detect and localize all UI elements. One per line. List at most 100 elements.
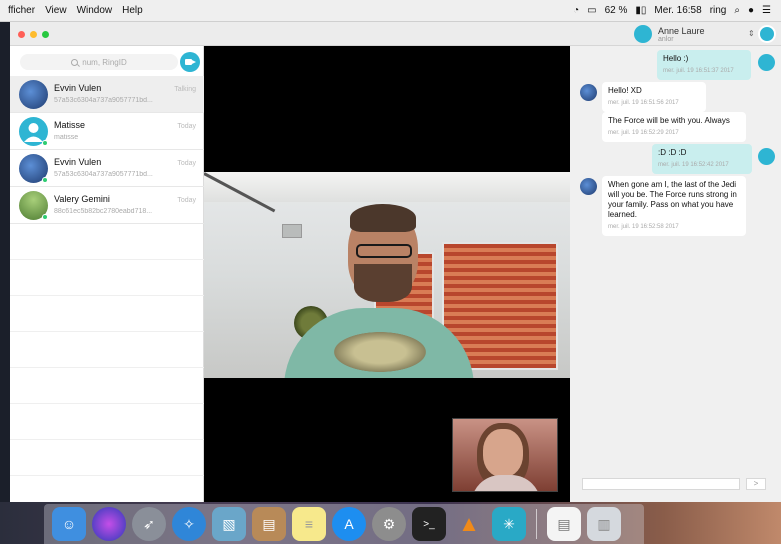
message-text: The Force will be with you. Always [608,116,730,125]
empty-row [10,368,204,404]
menu-bar-right: ◔ ▭ 62 % ▮▯ Mer. 16:58 ring ⌕ ● ☰ [573,5,781,16]
siri-icon[interactable] [92,507,126,541]
contact-ringid: 57a53c6304a737a9057771bd... [54,171,153,178]
preview-icon[interactable]: ▧ [212,507,246,541]
menu-bar: fficher View Window Help ◔ ▭ 62 % ▮▯ Mer… [0,0,781,22]
ring-window: Anne Laure anlor ⇕ num, RingID Evvin Vul… [10,22,781,502]
app-menu[interactable]: fficher [8,5,35,16]
system-preferences-icon[interactable]: ⚙ [372,507,406,541]
battery-icon[interactable]: ▮▯ [635,5,646,16]
spotlight-icon[interactable]: ⌕ [734,5,740,16]
contacts-icon[interactable]: ▤ [252,507,286,541]
new-call-button[interactable] [180,52,200,72]
settings-avatar-button[interactable] [758,25,776,43]
close-button[interactable] [18,31,25,38]
search-icon [71,58,79,66]
contact-status: Today [177,197,196,204]
message-text: :D :D :D [658,148,687,157]
chevron-updown-icon[interactable]: ⇕ [748,29,755,38]
notification-center-icon[interactable]: ☰ [762,5,771,16]
contact-message-avatar [580,178,597,195]
account-selector[interactable]: Anne Laure anlor [634,25,705,43]
wifi-icon[interactable]: ◔ [573,5,579,16]
message-bubble: Hello :) mer. juil. 19 16:51:37 2017 [657,50,751,80]
menu-view[interactable]: View [45,5,67,16]
empty-row [10,224,204,260]
vlc-icon[interactable]: ▲ [452,507,486,541]
remote-shirt-print [334,332,426,372]
contact-name: Valery Gemini [54,194,110,204]
message-text: When gone am I, the last of the Jedi wil… [608,180,737,219]
message-bubble: Hello! XD mer. juil. 19 16:51:56 2017 [602,82,706,112]
contact-avatar [19,80,48,109]
notes-icon[interactable]: ≡ [292,507,326,541]
video-camera-icon [185,59,196,65]
chat-message-incoming: The Force will be with you. Always mer. … [602,112,746,142]
app-store-icon[interactable]: A [332,507,366,541]
safari-icon[interactable]: ✧ [172,507,206,541]
contact-name: Matisse [54,120,86,130]
title-bar: Anne Laure anlor ⇕ [10,22,781,46]
minimize-button[interactable] [30,31,37,38]
contact-status: Today [177,160,196,167]
contact-ringid: 88c61ec5b82bc2780eabd718... [54,208,153,215]
video-ceiling [204,172,570,202]
contact-item[interactable]: Matisse matisse Today [10,113,204,150]
video-call-area[interactable] [204,46,570,502]
empty-row [10,332,204,368]
message-bubble: The Force will be with you. Always mer. … [602,112,746,142]
dock-separator [536,509,537,539]
window-controls [18,31,49,38]
contact-status: Talking [174,86,196,93]
remote-person-glasses [356,244,412,258]
contact-list: Evvin Vulen 57a53c6304a737a9057771bd... … [10,76,204,476]
contact-item[interactable]: Evvin Vulen 57a53c6304a737a9057771bd... … [10,76,204,113]
display-icon[interactable]: ▭ [587,5,596,16]
launchpad-icon[interactable]: ➶ [132,507,166,541]
contact-status: Today [177,123,196,130]
chat-message-outgoing: Hello :) mer. juil. 19 16:51:37 2017 [657,50,751,80]
zoom-button[interactable] [42,31,49,38]
message-timestamp: mer. juil. 19 16:51:37 2017 [663,68,734,74]
remote-person-hair [350,204,416,232]
contact-item[interactable]: Evvin Vulen 57a53c6304a737a9057771bd... … [10,150,204,187]
message-bubble: When gone am I, the last of the Jedi wil… [602,176,746,236]
message-timestamp: mer. juil. 19 16:52:58 2017 [608,224,679,230]
self-head [483,429,523,477]
presence-indicator [42,140,48,146]
account-text: Anne Laure anlor [658,26,705,43]
empty-row [10,260,204,296]
clock[interactable]: Mer. 16:58 [654,5,701,16]
message-text: Hello :) [663,54,689,63]
contact-item[interactable]: Valery Gemini 88c61ec5b82bc2780eabd718..… [10,187,204,224]
menu-bar-left: fficher View Window Help [0,5,143,16]
message-input[interactable] [582,478,740,490]
user-name[interactable]: ring [710,5,727,16]
chat-message-outgoing: :D :D :D mer. juil. 19 16:52:42 2017 [652,144,752,174]
contact-name: Evvin Vulen [54,83,102,93]
message-timestamp: mer. juil. 19 16:52:42 2017 [658,162,729,168]
contacts-sidebar: num, RingID Evvin Vulen 57a53c6304a737a9… [10,46,204,502]
self-preview-video[interactable] [452,418,558,492]
terminal-icon[interactable]: >_ [412,507,446,541]
chat-message-incoming: When gone am I, the last of the Jedi wil… [602,176,746,236]
contact-name: Evvin Vulen [54,157,102,167]
message-bubble: :D :D :D mer. juil. 19 16:52:42 2017 [652,144,752,174]
menu-help[interactable]: Help [122,5,143,16]
battery-percent: 62 % [604,5,628,16]
message-text: Hello! XD [608,86,642,95]
empty-row [10,440,204,476]
search-placeholder: num, RingID [82,57,127,67]
trash-icon[interactable]: ▥ [587,507,621,541]
menu-window[interactable]: Window [77,5,113,16]
account-avatar [634,25,652,43]
file-icon[interactable]: ▤ [547,507,581,541]
remote-video [204,172,570,378]
ring-icon[interactable]: ✳ [492,507,526,541]
search-input[interactable]: num, RingID [20,54,178,70]
siri-menu-icon[interactable]: ● [748,5,754,16]
finder-icon[interactable]: ☺ [52,507,86,541]
send-button[interactable]: > [746,478,766,490]
chat-panel: Hello :) mer. juil. 19 16:51:37 2017 Hel… [570,46,781,502]
dock: ☺ ➶ ✧ ▧ ▤ ≡ A ⚙ >_ ▲ ✳ ▤ ▥ [44,504,644,544]
